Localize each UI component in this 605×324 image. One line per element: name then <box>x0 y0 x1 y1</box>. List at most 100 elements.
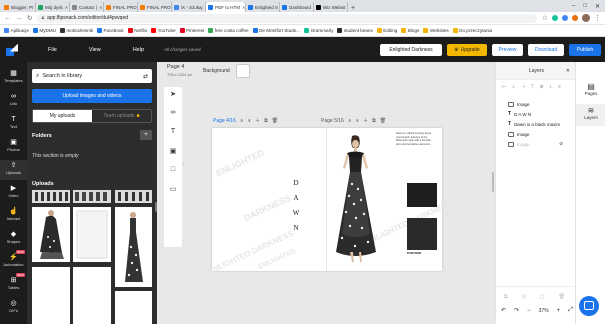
browser-tab[interactable]: Dashboard✕ <box>280 2 314 12</box>
library-search[interactable]: ⌕ Search in library ⇄ <box>32 69 152 83</box>
upload-thumbnail[interactable] <box>73 207 111 262</box>
bookmark-item[interactable]: Websites <box>423 28 449 33</box>
search-input[interactable]: Search in library <box>42 73 82 79</box>
bookmark-item[interactable]: YouTube <box>151 28 176 33</box>
bookmark-item[interactable]: Blogs <box>401 28 419 33</box>
redo-icon[interactable]: ↷ <box>514 307 519 314</box>
browser-tab[interactable]: Contact | ✕ <box>70 2 104 12</box>
align-center-icon[interactable]: ⊥ <box>511 84 515 90</box>
reload-icon[interactable]: ↻ <box>27 14 32 22</box>
sidebar-item-gifs[interactable]: ◎ GIFs <box>0 298 27 318</box>
pantone-swatch[interactable] <box>407 218 437 250</box>
maximize-icon[interactable]: □ <box>583 3 587 9</box>
bookmark-item[interactable]: MyDMU <box>32 28 56 33</box>
align-bottom-icon[interactable]: ⊥ <box>549 84 553 90</box>
move-up-icon[interactable]: ∧ <box>348 118 352 124</box>
duplicate-page-icon[interactable]: ⧉ <box>264 118 268 124</box>
bookmark-item[interactable]: Facebook <box>97 28 124 33</box>
lock-icon[interactable]: ⊡ <box>522 294 526 300</box>
sidebar-item-text[interactable]: T Text <box>0 114 27 134</box>
browser-tab[interactable]: PDF to HTM ✕ <box>206 2 246 12</box>
preview-button[interactable]: Preview <box>492 43 523 56</box>
extension-icon[interactable] <box>552 15 558 21</box>
delete-page-icon[interactable]: 🗑︎ <box>380 118 386 124</box>
avatar[interactable] <box>582 14 590 22</box>
new-tab-icon[interactable]: + <box>348 5 358 12</box>
distribute-icon[interactable]: ≡ <box>558 84 561 90</box>
undo-icon[interactable]: ↶ <box>501 307 506 314</box>
browser-tab[interactable]: FINAL PRO✕ <box>104 2 138 12</box>
upload-thumbnail[interactable] <box>115 190 152 203</box>
sidebar-item-interact[interactable]: ☝ Interact <box>0 206 27 226</box>
bookmark-item[interactable]: Pinterest <box>179 28 204 33</box>
sidebar-item-templates[interactable]: ▦ Templates <box>0 68 27 88</box>
bookmark-item[interactable]: Editing <box>376 28 397 33</box>
delete-icon[interactable]: 🗑︎ <box>559 294 565 300</box>
publish-button[interactable]: Publish <box>569 43 601 56</box>
add-folder-icon[interactable]: + <box>140 130 152 140</box>
bookmark-item[interactable]: free costa coffee <box>208 28 249 33</box>
url-field[interactable]: 🔒︎ app.flipsnack.com/editor/dul4pvvqed <box>37 13 537 23</box>
sort-icon[interactable]: ⇄ <box>143 73 148 80</box>
sidebar-item-video[interactable]: ▶ Video <box>0 183 27 203</box>
bookmark-item[interactable]: Do przeczytania <box>452 28 492 33</box>
sidebar-item-shapes[interactable]: ◆ Shapes <box>0 229 27 249</box>
back-icon[interactable]: ← <box>4 15 11 22</box>
move-down-icon[interactable]: ∨ <box>355 118 359 124</box>
dawn-title[interactable]: DAWN <box>292 176 300 236</box>
upload-thumbnail[interactable] <box>115 207 152 287</box>
align-left-icon[interactable]: ⊢ <box>502 84 506 90</box>
menu-dots-icon[interactable]: ⋮ <box>594 14 601 22</box>
upload-thumbnail[interactable] <box>32 207 70 262</box>
description-text[interactable]: Dawn is a black evening dress, maxi leng… <box>396 132 436 146</box>
flipsnack-logo-icon[interactable] <box>6 43 18 56</box>
bookmark-item[interactable]: De Montfort Stude... <box>252 28 300 33</box>
download-button[interactable]: Download <box>528 43 564 56</box>
layer-item[interactable]: T Dawn is a black maxim <box>496 119 575 129</box>
upload-thumbnail[interactable] <box>32 267 70 324</box>
star-icon[interactable]: ☆ <box>542 14 548 22</box>
bookmark-item[interactable]: student beans <box>337 28 373 33</box>
shape-tool-icon[interactable]: □ <box>164 166 182 173</box>
move-down-icon[interactable]: ∨ <box>247 118 251 124</box>
sidebar-item-uploads[interactable]: ⇪ Uploads <box>0 160 27 180</box>
duplicate-icon[interactable]: ⧉ <box>504 294 508 300</box>
expand-toolbar-icon[interactable]: › <box>183 162 185 168</box>
layer-item[interactable]: Image ⊘ <box>496 139 575 149</box>
align-top-icon[interactable]: ⊤ <box>530 84 534 90</box>
bookmark-item[interactable]: mobiozlesnik <box>59 28 93 33</box>
upload-thumbnail[interactable] <box>73 267 111 324</box>
rail-item-layers[interactable]: ≋ Layers <box>576 104 605 126</box>
close-icon[interactable]: ✕ <box>242 5 245 10</box>
image-tool-icon[interactable]: ▣ <box>164 147 182 155</box>
group-icon[interactable]: ▢ <box>540 294 545 300</box>
menu-item-file[interactable]: File <box>48 47 57 53</box>
select-tool-icon[interactable]: ➤ <box>164 90 182 98</box>
align-middle-icon[interactable]: ⊕ <box>539 84 543 90</box>
menu-item-view[interactable]: View <box>89 47 101 53</box>
upload-thumbnail[interactable] <box>115 291 152 324</box>
close-icon[interactable]: ✕ <box>99 5 102 10</box>
fit-screen-icon[interactable]: ⤢ <box>568 307 573 314</box>
document-title[interactable]: Enlighted Darkness <box>380 43 442 56</box>
layer-item[interactable]: TD A W N <box>496 109 575 119</box>
hidden-eye-icon[interactable]: ⊘ <box>559 141 563 147</box>
page-spread[interactable]: ENLIGHTED DARKNESS ENLIGHTED DARKNESS EN… <box>206 128 453 276</box>
model-illustration[interactable] <box>330 134 380 264</box>
fabric-swatch[interactable] <box>407 183 437 207</box>
forward-icon[interactable]: → <box>16 15 23 22</box>
browser-tab[interactable]: Wix Websit✕ <box>314 2 348 12</box>
close-icon[interactable]: ✕ <box>65 5 68 10</box>
browser-tab[interactable]: Blogger: Pr✕ <box>2 2 36 12</box>
zoom-out-icon[interactable]: − <box>527 308 531 314</box>
text-tool-icon[interactable]: T <box>164 128 182 135</box>
zoom-in-icon[interactable]: + <box>557 308 561 314</box>
tab-my-uploads[interactable]: My uploads <box>33 110 92 122</box>
duplicate-page-icon[interactable]: ⧉ <box>372 118 376 124</box>
bookmark-item[interactable]: Grammarly <box>304 28 333 33</box>
upgrade-button[interactable]: ♛ Upgrade <box>447 43 487 56</box>
upload-button[interactable]: Upload images and videos <box>32 89 152 103</box>
comment-tool-icon[interactable]: ▭ <box>164 185 182 193</box>
canvas-scrollbar[interactable] <box>492 172 494 192</box>
browser-tab[interactable]: Enlighted S✕ <box>246 2 280 12</box>
